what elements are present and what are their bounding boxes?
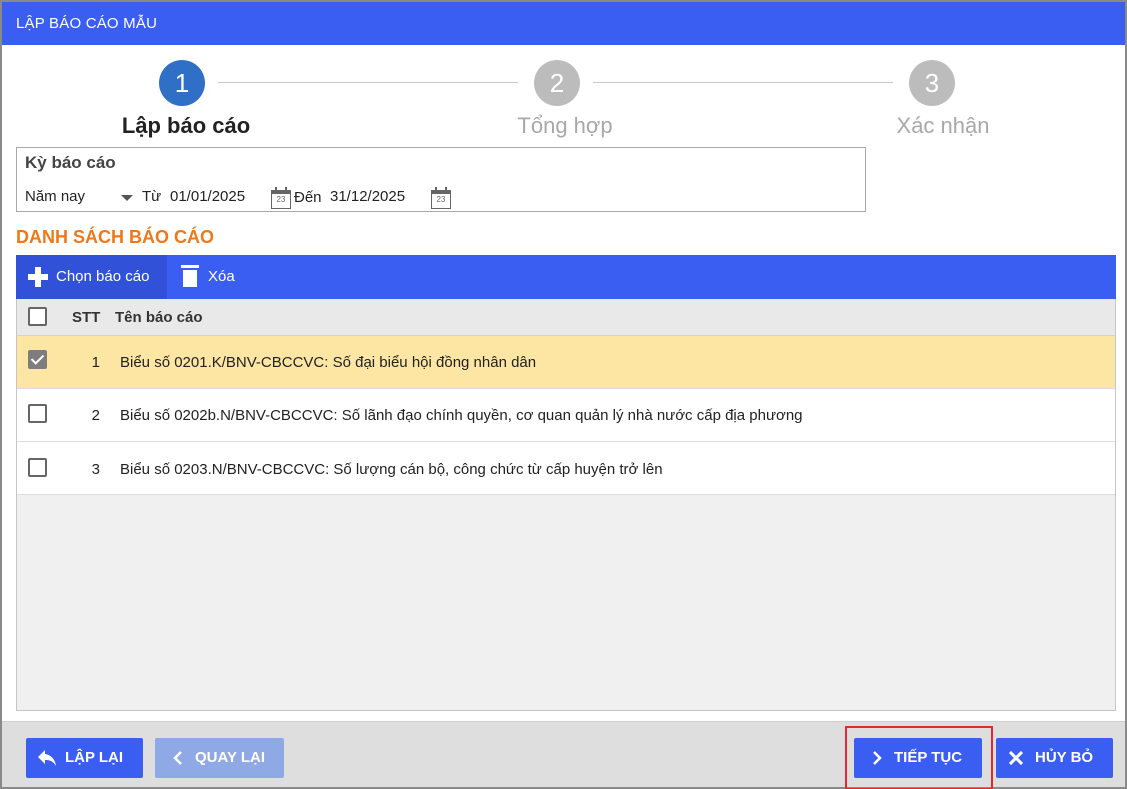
delete-label: Xóa: [208, 268, 235, 285]
row-stt: 1: [91, 354, 100, 371]
report-dialog: LẬP BÁO CÁO MẪU 1 2 3 Lập báo cáo Tổng h…: [0, 0, 1127, 789]
chevron-left-icon: [173, 751, 182, 765]
row-checkbox[interactable]: [28, 458, 47, 477]
select-all-checkbox[interactable]: [28, 307, 47, 326]
back-button[interactable]: QUAY LẠI: [155, 738, 284, 778]
table-row[interactable]: 1 Biểu số 0201.K/BNV-CBCCVC: Số đại biểu…: [17, 336, 1115, 389]
step-connector: [218, 82, 518, 83]
step-1-circle: 1: [159, 60, 205, 106]
choose-report-label: Chọn báo cáo: [56, 268, 150, 285]
row-checkbox[interactable]: [28, 404, 47, 423]
cancel-label: HỦY BỎ: [1035, 749, 1094, 766]
step-1-label: Lập báo cáo: [121, 113, 251, 138]
to-label: Đến: [294, 189, 322, 206]
back-label: QUAY LẠI: [195, 749, 266, 766]
table-header: STT Tên báo cáo: [17, 299, 1115, 336]
close-icon: [1009, 751, 1023, 765]
row-checkbox[interactable]: [28, 350, 47, 369]
period-select-value: Năm nay: [25, 188, 86, 205]
reset-button[interactable]: LẬP LẠI: [26, 738, 143, 778]
step-3-label: Xác nhận: [896, 113, 990, 138]
row-name: Biểu số 0202b.N/BNV-CBCCVC: Số lãnh đạo …: [120, 407, 803, 424]
calendar-icon[interactable]: 23: [271, 187, 291, 209]
calendar-icon[interactable]: 23: [431, 187, 451, 209]
period-select[interactable]: Năm nay: [25, 188, 135, 208]
step-connector: [593, 82, 893, 83]
continue-highlight-box: [845, 726, 993, 789]
from-date-input[interactable]: 01/01/2025: [170, 188, 245, 205]
row-stt: 3: [91, 461, 100, 478]
row-name: Biểu số 0203.N/BNV-CBCCVC: Số lượng cán …: [120, 461, 663, 478]
period-title: Kỳ báo cáo: [25, 153, 116, 172]
report-list-title: DANH SÁCH BÁO CÁO: [16, 227, 214, 247]
trash-icon: [181, 265, 199, 287]
reset-label: LẬP LẠI: [65, 749, 124, 766]
delete-button[interactable]: Xóa: [171, 255, 251, 299]
report-toolbar: Chọn báo cáo Xóa: [16, 255, 1116, 299]
plus-icon: [28, 267, 48, 287]
report-period-box: Kỳ báo cáo Năm nay Từ 01/01/2025 23 Đến …: [16, 147, 866, 212]
row-name: Biểu số 0201.K/BNV-CBCCVC: Số đại biểu h…: [120, 354, 537, 371]
column-header-stt: STT: [72, 309, 101, 326]
cancel-button[interactable]: HỦY BỎ: [996, 738, 1113, 778]
step-3-circle: 3: [909, 60, 955, 106]
step-2-label: Tổng hợp: [517, 113, 613, 138]
row-stt: 2: [91, 407, 100, 424]
report-table: STT Tên báo cáo 1 Biểu số 0201.K/BNV-CBC…: [16, 299, 1116, 711]
choose-report-button[interactable]: Chọn báo cáo: [16, 255, 167, 299]
dialog-title: LẬP BÁO CÁO MẪU: [2, 2, 1125, 45]
to-date-input[interactable]: 31/12/2025: [330, 188, 405, 205]
column-header-name: Tên báo cáo: [115, 309, 203, 326]
chevron-down-icon: [121, 195, 133, 201]
reply-arrow-icon: [38, 750, 56, 766]
from-label: Từ: [142, 188, 162, 205]
table-row[interactable]: 2 Biểu số 0202b.N/BNV-CBCCVC: Số lãnh đạ…: [17, 389, 1115, 442]
step-2-circle: 2: [534, 60, 580, 106]
table-row[interactable]: 3 Biểu số 0203.N/BNV-CBCCVC: Số lượng cá…: [17, 442, 1115, 495]
